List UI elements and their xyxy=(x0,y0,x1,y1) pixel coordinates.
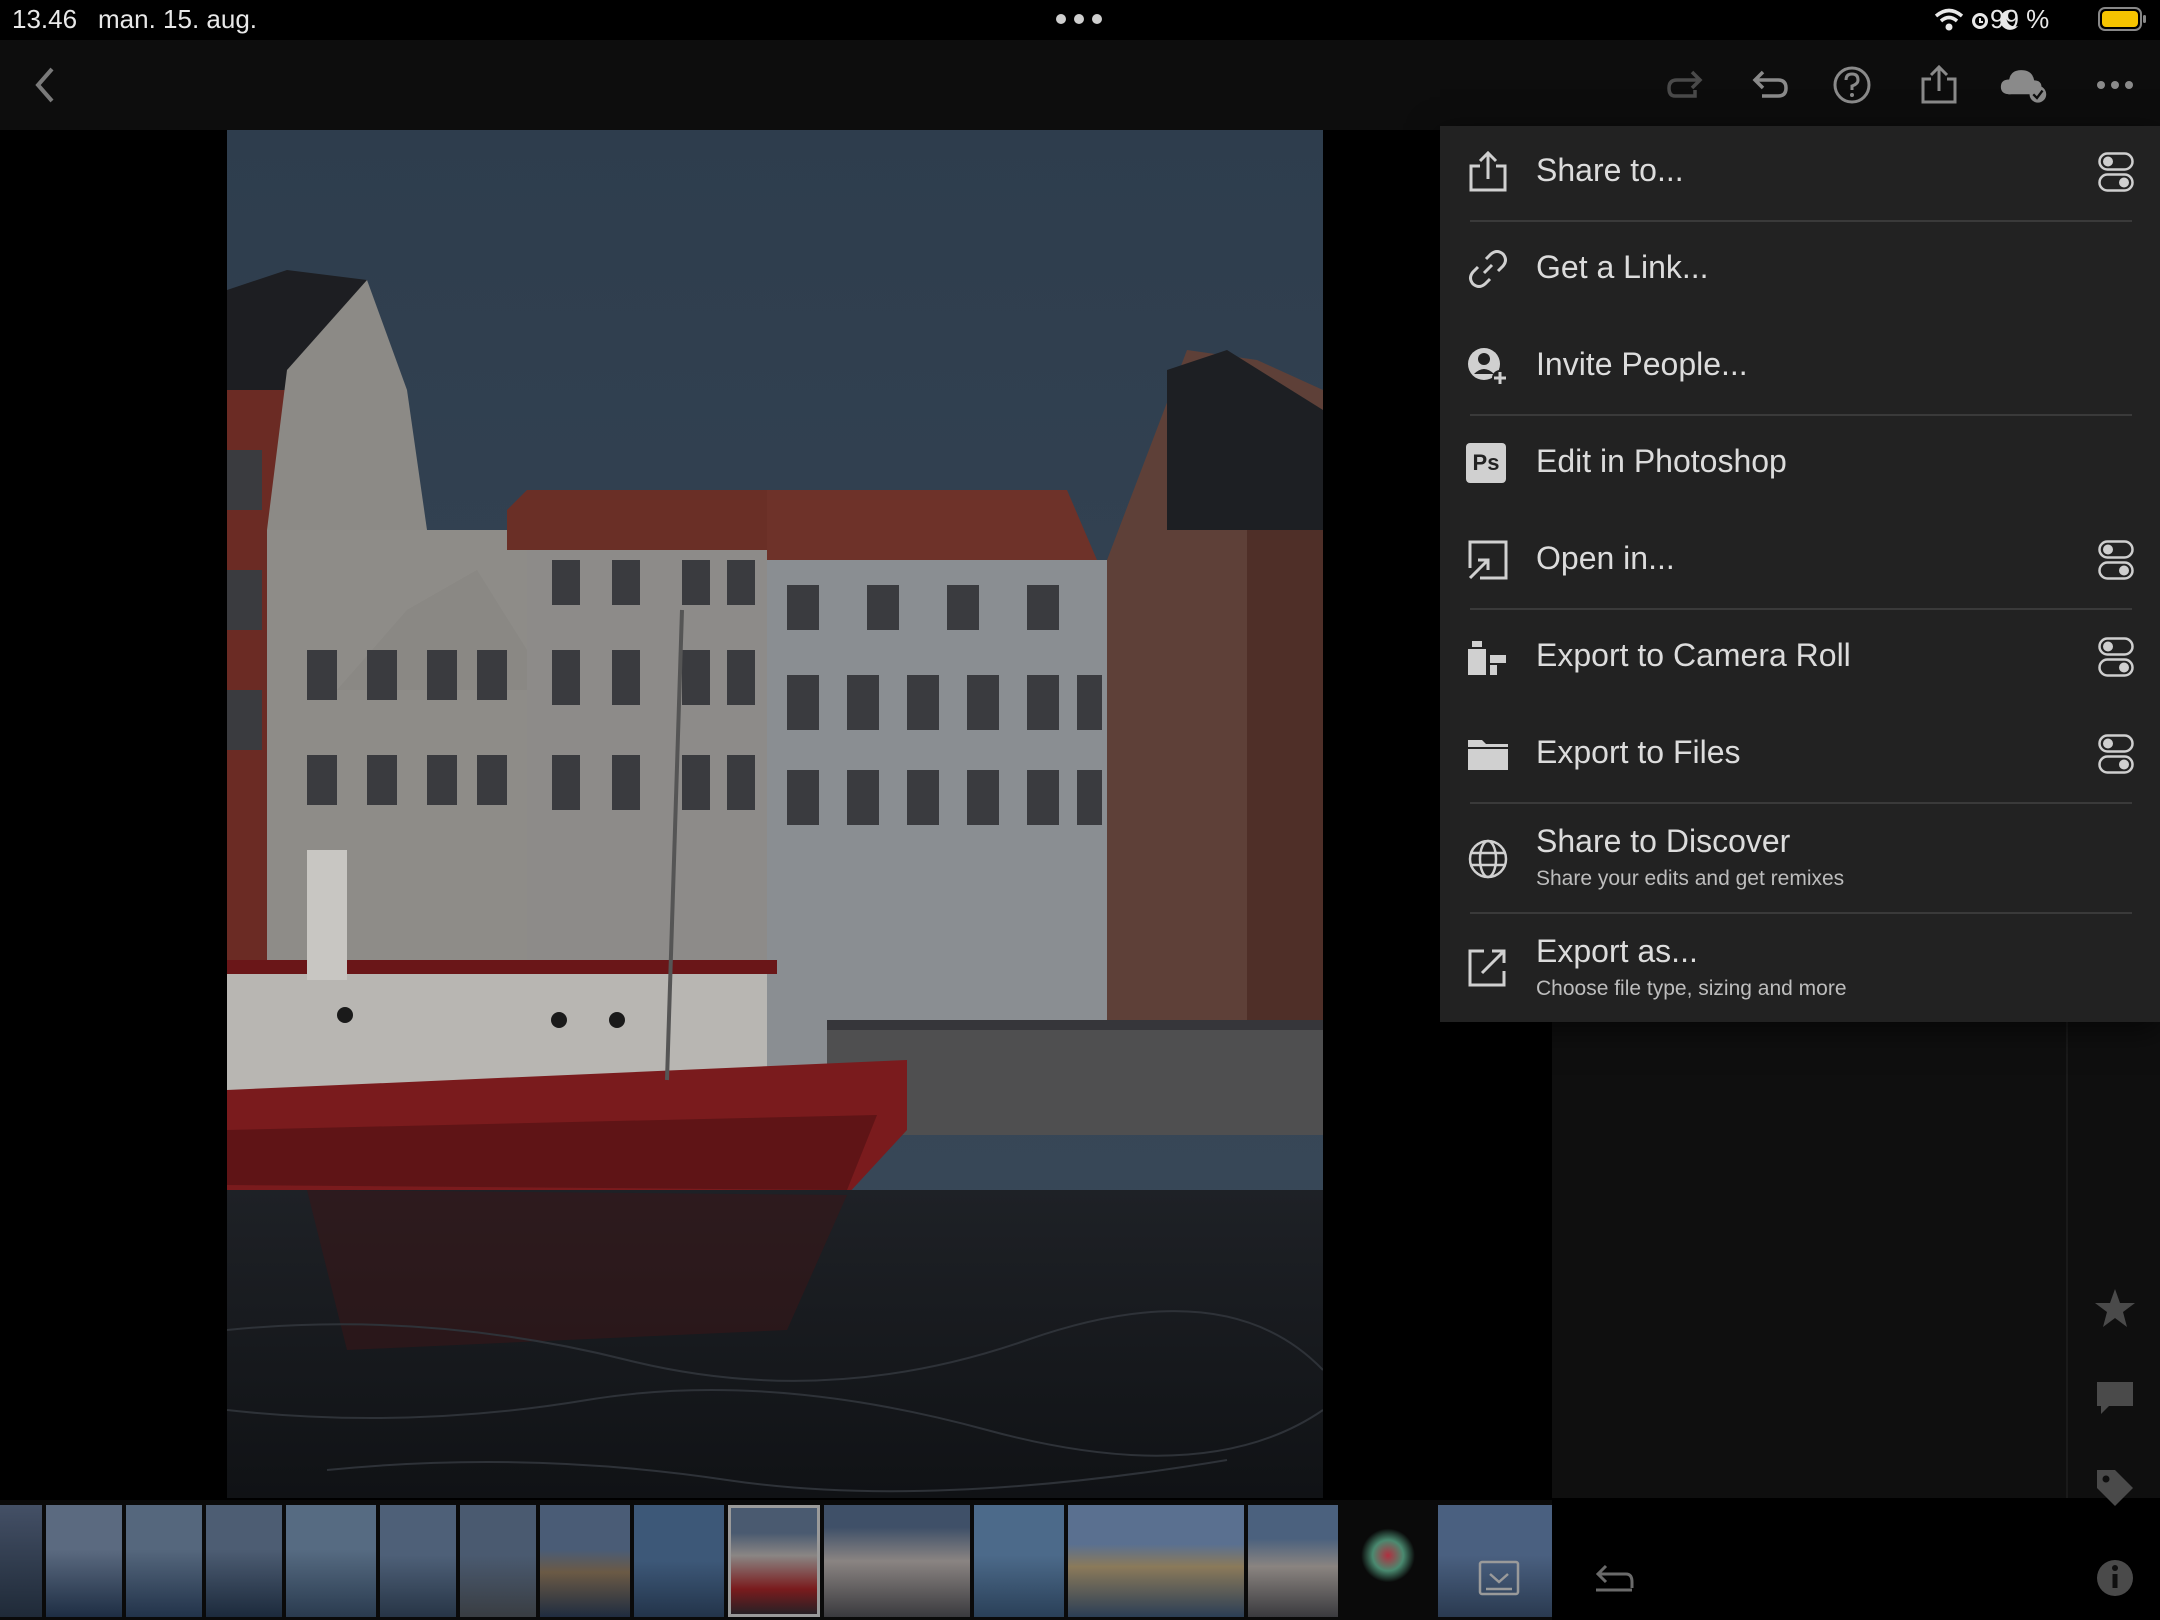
share-export-menu: Share to... Get a Link... Invite People.… xyxy=(1440,126,2160,1022)
camera-roll-icon xyxy=(1468,641,1506,675)
share-icon xyxy=(1469,150,1507,192)
menu-item-sublabel: Share your edits and get remixes xyxy=(1536,867,1845,890)
status-date: man. 15. aug. xyxy=(98,4,257,34)
star-icon[interactable] xyxy=(2093,1286,2137,1330)
multitasking-dots-icon[interactable] xyxy=(1056,14,1102,24)
menu-item-open-in[interactable]: Open in... xyxy=(1440,514,2160,611)
filmstrip-thumbnail[interactable] xyxy=(540,1505,630,1617)
menu-item-share-to[interactable]: Share to... xyxy=(1440,126,2160,223)
help-button[interactable] xyxy=(1827,60,1877,110)
share-icon xyxy=(1921,65,1957,104)
redo-button[interactable] xyxy=(1660,60,1710,110)
menu-divider xyxy=(1470,608,2132,610)
filmstrip-thumbnail[interactable] xyxy=(974,1505,1064,1617)
filmstrip-thumbnail[interactable] xyxy=(1342,1505,1434,1617)
info-icon[interactable] xyxy=(2093,1556,2137,1600)
filmstrip-thumbnail[interactable] xyxy=(460,1505,536,1617)
menu-item-invite-people[interactable]: Invite People... xyxy=(1440,320,2160,417)
menu-divider xyxy=(1470,220,2132,222)
photoshop-badge-text: Ps xyxy=(1472,450,1500,475)
link-icon xyxy=(1469,250,1507,288)
invite-person-icon xyxy=(1468,348,1508,386)
menu-item-label: Edit in Photoshop xyxy=(1536,443,1787,479)
globe-icon xyxy=(1468,839,1508,879)
folder-icon xyxy=(1468,740,1508,770)
battery-percentage: 99 % xyxy=(1990,4,2050,34)
settings-toggle-icon[interactable] xyxy=(2098,540,2134,580)
filmstrip-thumbnail[interactable] xyxy=(380,1505,456,1617)
filmstrip-thumbnail[interactable] xyxy=(634,1505,724,1617)
menu-item-label: Get a Link... xyxy=(1536,249,1709,285)
share-button[interactable] xyxy=(1914,60,1964,110)
cloud-sync-button[interactable] xyxy=(1999,60,2049,110)
photo-canvas xyxy=(227,130,1323,1498)
menu-item-export-files[interactable]: Export to Files xyxy=(1440,708,2160,805)
menu-item-label: Export as... xyxy=(1536,933,1698,969)
undo-icon xyxy=(1752,70,1788,98)
more-icon xyxy=(2097,81,2133,89)
back-button[interactable] xyxy=(20,60,70,110)
cloud-synced-icon xyxy=(2000,70,2047,103)
menu-item-edit-in-photoshop[interactable]: Ps Edit in Photoshop xyxy=(1440,417,2160,514)
help-icon xyxy=(1833,66,1871,104)
open-in-icon xyxy=(1468,540,1508,580)
more-options-button[interactable] xyxy=(2090,60,2140,110)
comment-icon[interactable] xyxy=(2093,1376,2137,1420)
menu-item-label: Share to Discover xyxy=(1536,823,1791,859)
wifi-icon xyxy=(1934,8,1964,31)
panel-divider xyxy=(2066,1020,2068,1498)
menu-item-sublabel: Choose file type, sizing and more xyxy=(1536,977,1847,1000)
filmstrip-thumbnail[interactable] xyxy=(46,1505,122,1617)
status-time: 13.46 xyxy=(12,4,78,34)
filmstrip-thumbnail-selected[interactable] xyxy=(728,1505,820,1617)
filmstrip-thumbnail[interactable] xyxy=(206,1505,282,1617)
undo-button[interactable] xyxy=(1745,60,1795,110)
reset-icon[interactable] xyxy=(1592,1560,1636,1596)
battery-icon xyxy=(2098,7,2146,31)
menu-item-label: Share to... xyxy=(1536,152,1684,188)
menu-divider xyxy=(1470,414,2132,416)
filmstrip-thumbnail[interactable] xyxy=(1068,1505,1244,1617)
settings-toggle-icon[interactable] xyxy=(2098,734,2134,774)
settings-toggle-icon[interactable] xyxy=(2098,637,2134,677)
filmstrip-thumbnail[interactable] xyxy=(824,1505,970,1617)
status-bar: 13.46 man. 15. aug. 99 % xyxy=(0,0,2160,40)
redo-icon xyxy=(1667,70,1703,98)
menu-item-label: Open in... xyxy=(1536,540,1675,576)
menu-item-label: Export to Camera Roll xyxy=(1536,637,1851,673)
menu-divider xyxy=(1470,912,2132,914)
menu-divider xyxy=(1470,802,2132,804)
tag-icon[interactable] xyxy=(2093,1466,2137,1510)
menu-item-get-link[interactable]: Get a Link... xyxy=(1440,223,2160,320)
filmstrip-collapse-icon[interactable] xyxy=(1478,1560,1520,1596)
photoshop-icon: Ps xyxy=(1466,443,1506,483)
menu-item-export-camera-roll[interactable]: Export to Camera Roll xyxy=(1440,611,2160,708)
filmstrip-thumbnail[interactable] xyxy=(1248,1505,1338,1617)
filmstrip-thumbnail[interactable] xyxy=(286,1505,376,1617)
back-chevron-icon xyxy=(35,67,54,103)
export-icon xyxy=(1468,949,1506,987)
main-photo[interactable] xyxy=(227,130,1323,1498)
filmstrip-thumbnail[interactable] xyxy=(126,1505,202,1617)
menu-item-label: Invite People... xyxy=(1536,346,1748,382)
menu-item-export-as[interactable]: Export as... Choose file type, sizing an… xyxy=(1440,915,2160,1022)
filmstrip-thumbnail[interactable] xyxy=(0,1505,42,1617)
menu-item-label: Export to Files xyxy=(1536,734,1741,770)
settings-toggle-icon[interactable] xyxy=(2098,152,2134,192)
menu-item-share-to-discover[interactable]: Share to Discover Share your edits and g… xyxy=(1440,805,2160,913)
alarm-icon xyxy=(1972,13,1988,29)
